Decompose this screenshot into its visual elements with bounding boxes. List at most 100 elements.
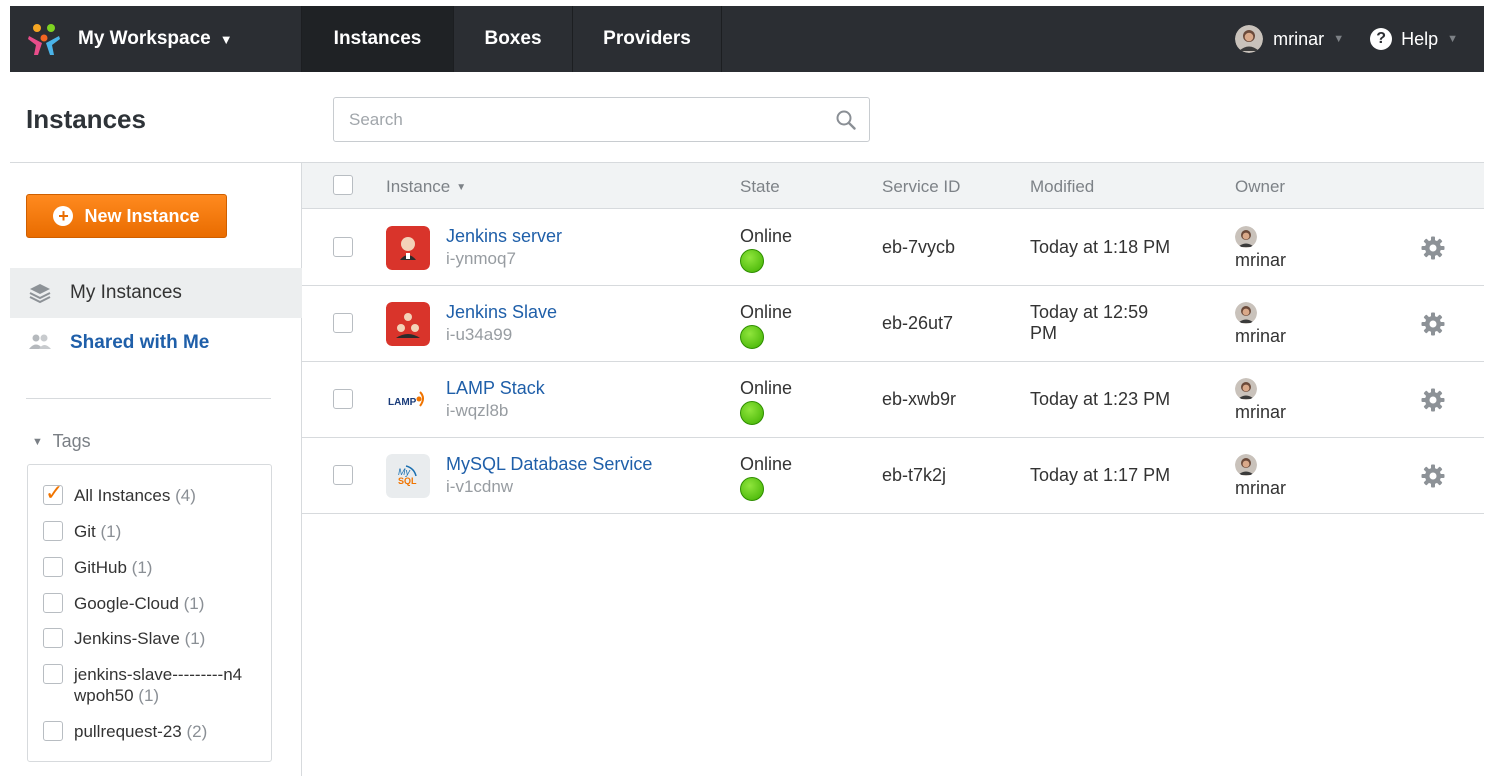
table-row[interactable]: Jenkins Slave i-u34a99 Online eb-26ut7 T…	[302, 286, 1484, 362]
tag-text: pullrequest-23 (2)	[74, 721, 207, 742]
row-checkbox[interactable]	[333, 389, 353, 409]
tag-checkbox[interactable]	[43, 628, 63, 648]
layers-icon	[29, 284, 51, 304]
column-header-state[interactable]: State	[740, 177, 780, 197]
instance-name-link[interactable]: Jenkins Slave	[446, 302, 557, 323]
column-header-label: Instance	[386, 177, 451, 196]
workspace-label: My Workspace	[78, 28, 211, 49]
jenkins-icon	[386, 226, 430, 270]
tags-toggle-icon: ▼	[32, 436, 43, 448]
tag-label: pullrequest-23	[74, 722, 182, 741]
nav-tab-providers[interactable]: Providers	[573, 6, 722, 72]
nav-tab-boxes[interactable]: Boxes	[454, 6, 573, 72]
modified-time: Today at 1:18 PM	[1030, 237, 1171, 257]
tag-filter-item[interactable]: Jenkins-Slave (1)	[43, 628, 205, 649]
tag-label: Google-Cloud	[74, 594, 179, 613]
table-row[interactable]: LAMP LAMP Stack i-wqzl8b Online eb-xwb9r…	[302, 362, 1484, 438]
online-status-icon	[740, 325, 764, 349]
instance-id: i-v1cdnw	[446, 477, 514, 496]
tag-filter-item[interactable]: GitHub (1)	[43, 557, 152, 578]
owner-avatar	[1235, 302, 1257, 324]
instance-state: Online	[740, 226, 793, 246]
instance-id: i-wqzl8b	[446, 401, 509, 420]
tag-checkbox[interactable]	[43, 480, 63, 506]
search-input[interactable]	[334, 98, 814, 141]
gear-icon[interactable]	[1420, 387, 1446, 413]
workspace-menu[interactable]: My Workspace ▼	[10, 6, 302, 72]
service-id: eb-26ut7	[882, 313, 954, 333]
tag-label: All Instances	[74, 486, 171, 505]
tag-filter-item[interactable]: pullrequest-23 (2)	[43, 721, 207, 742]
gear-icon[interactable]	[1420, 463, 1446, 489]
gear-icon[interactable]	[1420, 235, 1446, 261]
instance-name-link[interactable]: MySQL Database Service	[446, 454, 652, 475]
row-checkbox[interactable]	[333, 465, 353, 485]
workspace-caret-icon: ▼	[219, 31, 233, 47]
tag-label: Jenkins-Slave	[74, 629, 180, 648]
tag-text: Jenkins-Slave (1)	[74, 628, 205, 649]
modified-time: Today at 1:17 PM	[1030, 465, 1171, 485]
tag-filter-item[interactable]: jenkins-slave---------n4wpoh50 (1)	[43, 664, 243, 706]
tag-text: GitHub (1)	[74, 557, 152, 578]
tag-checkbox[interactable]	[43, 721, 63, 741]
plus-icon: +	[53, 206, 74, 226]
tags-header[interactable]: ▼ Tags	[32, 431, 91, 452]
tag-text: Google-Cloud (1)	[74, 593, 204, 614]
sort-caret-icon: ▼	[456, 182, 467, 193]
new-instance-button[interactable]: + New Instance	[26, 194, 227, 238]
table-row[interactable]: Jenkins server i-ynmoq7 Online eb-7vycb …	[302, 210, 1484, 286]
help-label: Help	[1401, 28, 1439, 49]
instance-id: i-ynmoq7	[446, 249, 516, 268]
new-instance-label: New Instance	[84, 205, 200, 226]
column-header-owner[interactable]: Owner	[1235, 177, 1285, 197]
owner-name: mrinar	[1235, 478, 1287, 498]
gear-icon[interactable]	[1420, 311, 1446, 337]
online-status-icon	[740, 249, 764, 273]
tag-checkbox[interactable]	[43, 664, 63, 684]
instance-state: Online	[740, 378, 793, 398]
table-row[interactable]: My SQL MySQL Database Service i-v1cdnw O…	[302, 438, 1484, 514]
column-header-service-id[interactable]: Service ID	[882, 177, 960, 197]
tag-filter-item[interactable]: Google-Cloud (1)	[43, 593, 204, 614]
tag-checkbox[interactable]	[43, 593, 63, 613]
column-header-instance[interactable]: Instance ▼	[386, 177, 466, 197]
instance-state: Online	[740, 454, 793, 474]
jenkins-slave-icon	[386, 302, 430, 346]
tag-count: (2)	[186, 722, 208, 741]
tag-checkbox[interactable]	[43, 521, 63, 541]
search-box	[333, 97, 870, 142]
instance-name-link[interactable]: Jenkins server	[446, 226, 562, 247]
tag-text: jenkins-slave---------n4wpoh50 (1)	[74, 664, 243, 706]
tag-checkbox[interactable]	[43, 557, 63, 577]
tag-count: (1)	[183, 594, 205, 613]
tags-title: Tags	[52, 431, 91, 451]
modified-time: Today at 12:59 PM	[1030, 302, 1149, 343]
instance-id: i-u34a99	[446, 325, 513, 344]
tag-count: (1)	[100, 522, 122, 541]
sidebar-item-my-instances[interactable]: My Instances	[10, 268, 302, 318]
users-icon	[29, 334, 51, 349]
help-caret-icon: ▼	[1447, 33, 1458, 45]
nav-tab-instances[interactable]: Instances	[302, 6, 454, 72]
tag-count: (1)	[131, 558, 153, 577]
row-checkbox[interactable]	[333, 313, 353, 333]
tag-filter-item[interactable]: Git (1)	[43, 521, 121, 542]
select-all-checkbox[interactable]	[333, 175, 353, 195]
top-navbar: My Workspace ▼ Instances Boxes Providers…	[10, 6, 1484, 72]
column-header-modified[interactable]: Modified	[1030, 177, 1094, 197]
instance-name-link[interactable]: LAMP Stack	[446, 378, 545, 399]
service-id: eb-t7k2j	[882, 465, 947, 485]
row-checkbox[interactable]	[333, 237, 353, 257]
tag-filter-item[interactable]: All Instances (4)	[43, 480, 196, 506]
user-menu[interactable]: mrinar ▼	[1235, 6, 1344, 72]
search-icon[interactable]	[835, 109, 857, 131]
lamp-logo-text: LAMP	[388, 397, 417, 408]
sidebar-item-label: Shared with Me	[70, 332, 210, 353]
owner-name: mrinar	[1235, 326, 1287, 346]
navbar-spacer	[722, 6, 1235, 72]
help-menu[interactable]: ? Help ▼	[1370, 6, 1458, 72]
sidebar-item-shared-with-me[interactable]: Shared with Me	[10, 318, 302, 368]
owner-name: mrinar	[1235, 402, 1287, 422]
sidebar-item-label: My Instances	[70, 282, 182, 303]
user-avatar	[1235, 25, 1264, 53]
